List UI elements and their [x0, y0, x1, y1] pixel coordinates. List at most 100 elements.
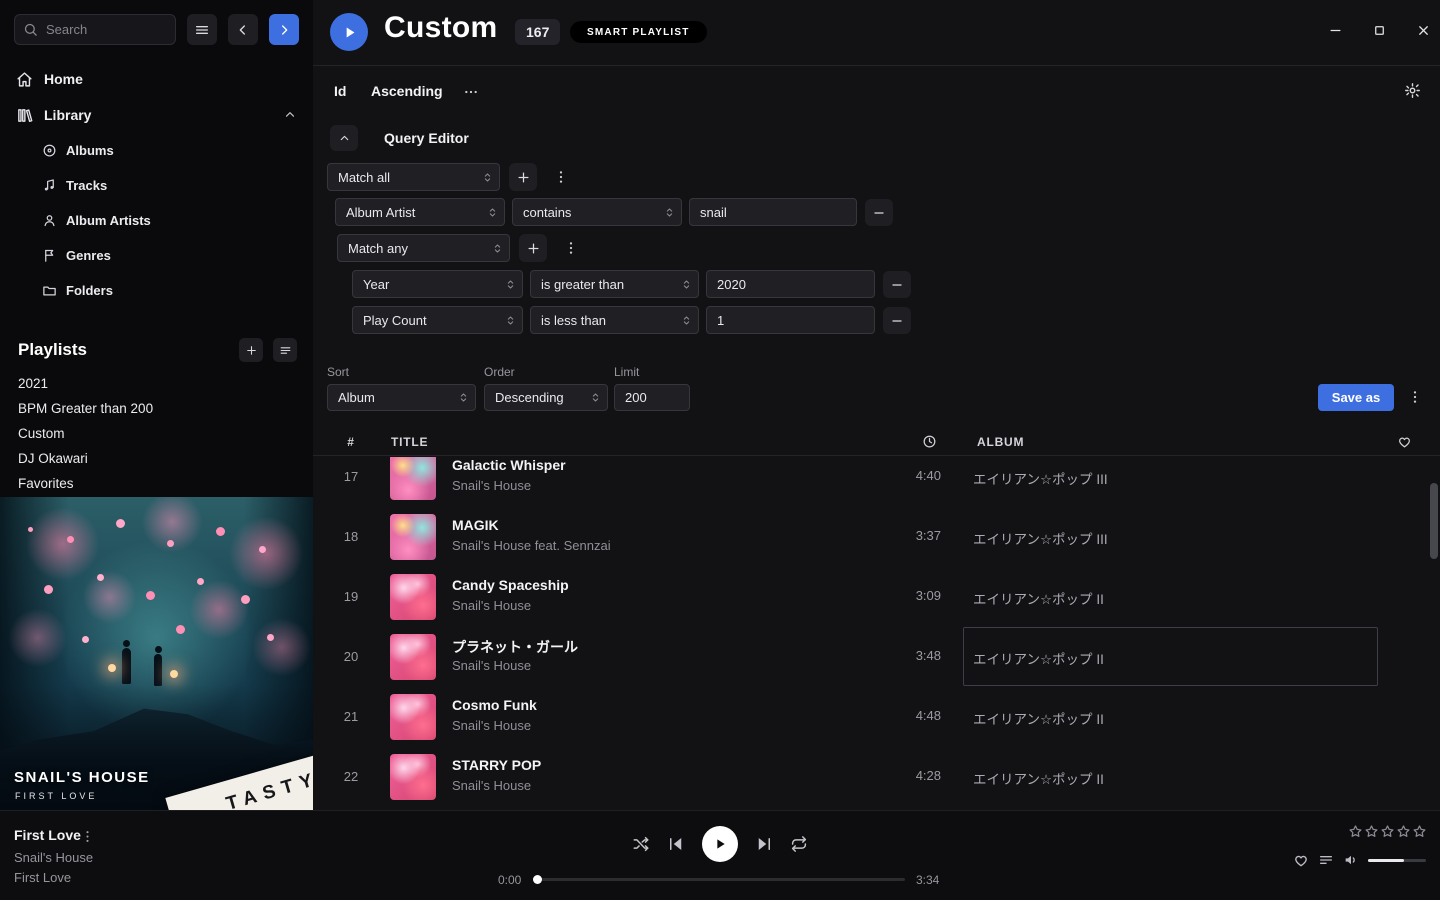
track-title: STARRY POP — [452, 757, 541, 773]
kebab-menu-icon[interactable] — [563, 240, 579, 256]
rule-operator-select[interactable]: is less than — [530, 306, 699, 334]
sidebar-item-album-artists[interactable]: Album Artists — [0, 203, 313, 238]
rule-operator-select[interactable]: contains — [512, 198, 682, 226]
sidebar-item-genres[interactable]: Genres — [0, 238, 313, 273]
remove-rule-button[interactable] — [883, 271, 911, 298]
match-any-select[interactable]: Match any — [337, 234, 510, 262]
heart-icon[interactable] — [1397, 434, 1412, 449]
clock-icon[interactable] — [922, 434, 937, 449]
minus-icon — [890, 278, 904, 292]
menu-button[interactable] — [187, 14, 217, 45]
star-icon[interactable] — [1348, 824, 1363, 839]
sort-direction-control[interactable]: Ascending — [371, 83, 443, 99]
column-header-index[interactable]: # — [327, 435, 375, 449]
unfold-icon — [457, 391, 470, 404]
track-artist: Snail's House — [452, 478, 531, 493]
sidebar-item-home[interactable]: Home — [0, 61, 313, 97]
music-note-icon — [42, 178, 57, 193]
shuffle-icon[interactable] — [632, 835, 650, 853]
previous-icon[interactable] — [667, 835, 685, 853]
order-select[interactable]: Descending — [484, 384, 608, 411]
scrollbar-thumb[interactable] — [1430, 483, 1438, 559]
column-header-album[interactable]: ALBUM — [977, 435, 1024, 449]
sidebar-item-tracks[interactable]: Tracks — [0, 168, 313, 203]
table-row[interactable]: 19 Candy Spaceship Snail's House 3:09 エイ… — [313, 567, 1440, 627]
progress-bar[interactable] — [535, 878, 905, 881]
track-duration: 4:48 — [873, 708, 941, 723]
heart-icon[interactable] — [1293, 852, 1309, 868]
album-art-thumbnail — [390, 754, 436, 800]
sort-field-control[interactable]: Id — [334, 83, 346, 99]
progress-knob[interactable] — [533, 875, 542, 884]
playlist-item[interactable]: BPM Greater than 200 — [0, 396, 313, 421]
next-icon[interactable] — [755, 835, 773, 853]
rule-field-select[interactable]: Play Count — [352, 306, 523, 334]
table-row[interactable]: 21 Cosmo Funk Snail's House 4:48 エイリアン☆ポ… — [313, 687, 1440, 747]
table-row[interactable]: 18 MAGIK Snail's House feat. Sennzai 3:3… — [313, 507, 1440, 567]
column-header-title[interactable]: TITLE — [391, 435, 428, 449]
kebab-menu-icon[interactable] — [553, 169, 569, 185]
rule-value-input[interactable] — [706, 306, 875, 334]
query-editor-title: Query Editor — [384, 130, 469, 146]
track-number: 20 — [327, 649, 375, 664]
queue-icon[interactable] — [1318, 852, 1334, 868]
star-icon[interactable] — [1396, 824, 1411, 839]
unfold-icon — [504, 278, 517, 291]
remove-rule-button[interactable] — [865, 199, 893, 226]
sidebar-item-label: Library — [44, 107, 91, 123]
star-icon[interactable] — [1380, 824, 1395, 839]
back-button[interactable] — [228, 14, 258, 45]
play-pause-button[interactable] — [702, 826, 738, 862]
limit-input[interactable] — [614, 384, 690, 411]
volume-icon[interactable] — [1343, 852, 1359, 868]
volume-slider[interactable] — [1368, 859, 1426, 862]
match-any-value: Match any — [348, 241, 408, 256]
match-all-select[interactable]: Match all — [327, 163, 500, 191]
sidebar-item-label: Home — [44, 71, 83, 87]
order-label: Order — [484, 365, 515, 379]
maximize-icon[interactable] — [1372, 23, 1387, 38]
rule-value-input[interactable] — [706, 270, 875, 298]
playlist-item[interactable]: Custom — [0, 421, 313, 446]
table-row[interactable]: 22 STARRY POP Snail's House 4:28 エイリアン☆ポ… — [313, 747, 1440, 807]
sidebar-item-library[interactable]: Library — [0, 97, 313, 133]
playlist-list-button[interactable] — [273, 338, 297, 362]
kebab-menu-icon[interactable] — [1407, 389, 1423, 405]
playlist-item[interactable]: Favorites — [0, 471, 313, 496]
minus-icon — [872, 206, 886, 220]
search-input[interactable] — [14, 14, 176, 45]
rule-field-select[interactable]: Year — [352, 270, 523, 298]
add-rule-button[interactable] — [509, 163, 537, 191]
kebab-menu-icon[interactable] — [80, 829, 95, 844]
track-title: Galactic Whisper — [452, 457, 566, 473]
chevron-up-icon[interactable] — [283, 108, 297, 122]
query-editor-collapse-button[interactable] — [330, 125, 358, 151]
transport-controls — [632, 826, 808, 862]
rule-operator-value: contains — [523, 205, 571, 220]
track-album: エイリアン☆ポップ II — [973, 588, 1104, 608]
gear-icon[interactable] — [1404, 82, 1421, 99]
ellipsis-icon[interactable] — [463, 84, 479, 100]
save-as-button[interactable]: Save as — [1318, 384, 1394, 411]
rule-field-select[interactable]: Album Artist — [335, 198, 505, 226]
rule-value-input[interactable] — [689, 198, 857, 226]
star-icon[interactable] — [1412, 824, 1427, 839]
sidebar-item-folders[interactable]: Folders — [0, 273, 313, 308]
close-icon[interactable] — [1416, 23, 1431, 38]
table-row[interactable]: 20 プラネット・ガール Snail's House 3:48 エイリアン☆ポッ… — [313, 627, 1440, 687]
track-title: Candy Spaceship — [452, 577, 569, 593]
forward-button[interactable] — [269, 14, 299, 45]
add-rule-button[interactable] — [519, 234, 547, 262]
playlist-item[interactable]: DJ Okawari — [0, 446, 313, 471]
playlist-item[interactable]: 2021 — [0, 371, 313, 396]
repeat-icon[interactable] — [790, 835, 808, 853]
table-row[interactable]: 17 Galactic Whisper Snail's House 4:40 エ… — [313, 457, 1440, 507]
remove-rule-button[interactable] — [883, 307, 911, 334]
rule-operator-select[interactable]: is greater than — [530, 270, 699, 298]
sort-select[interactable]: Album — [327, 384, 476, 411]
add-playlist-button[interactable] — [239, 338, 263, 362]
star-icon[interactable] — [1364, 824, 1379, 839]
play-playlist-button[interactable] — [330, 13, 368, 51]
sidebar-item-albums[interactable]: Albums — [0, 133, 313, 168]
minimize-icon[interactable] — [1328, 23, 1343, 38]
